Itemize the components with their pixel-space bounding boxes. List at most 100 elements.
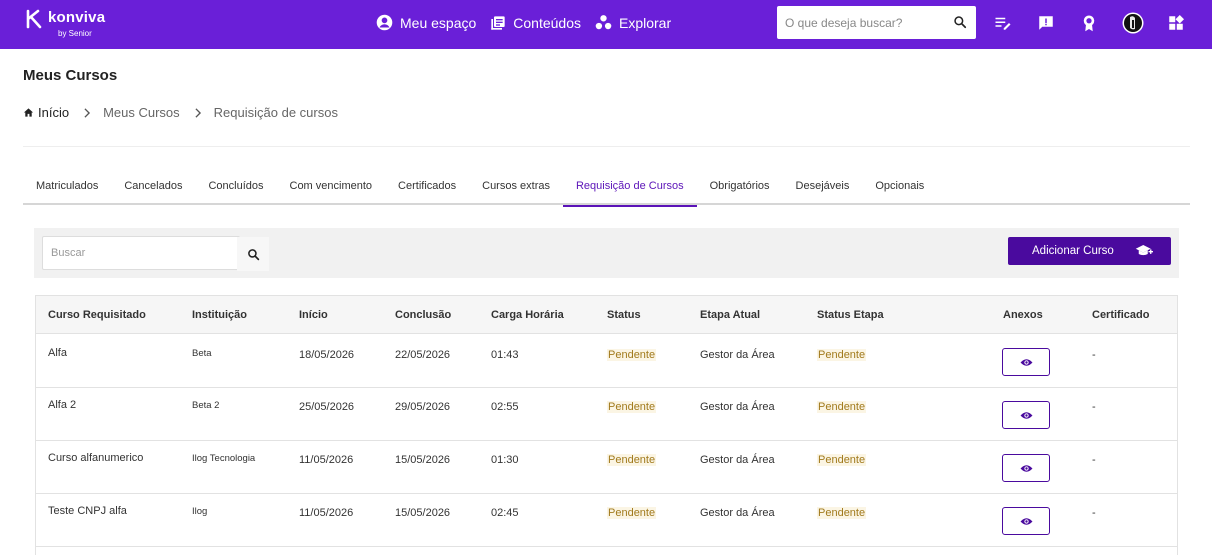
cell-carga-horaria: 02:55 bbox=[491, 401, 519, 413]
breadcrumb-home[interactable]: Início bbox=[23, 105, 69, 120]
nav-label: Meu espaço bbox=[400, 14, 477, 31]
global-search bbox=[777, 6, 976, 39]
tab-opcionais[interactable]: Opcionais bbox=[862, 168, 937, 205]
add-course-label: Adicionar Curso bbox=[1032, 245, 1114, 257]
cell-certificado: - bbox=[1092, 507, 1096, 519]
badge-icon[interactable] bbox=[1078, 12, 1100, 34]
graduation-cap-add-icon bbox=[1135, 245, 1153, 256]
cell-curso: Teste CNPJ alfa bbox=[48, 505, 127, 517]
library-icon bbox=[491, 15, 505, 30]
cell-inicio: 25/05/2026 bbox=[299, 401, 355, 413]
cell-carga-horaria: 01:43 bbox=[491, 349, 519, 361]
table-row: Curso alfanumerico Ilog Tecnologia 11/05… bbox=[36, 441, 1177, 494]
cell-conclusao: 15/05/2026 bbox=[395, 507, 451, 519]
breadcrumb-current: Requisição de cursos bbox=[213, 105, 338, 120]
breadcrumb-home-label: Início bbox=[38, 105, 70, 120]
cell-instituicao: Beta bbox=[192, 348, 212, 359]
cell-certificado: - bbox=[1092, 349, 1096, 361]
tab-desejaveis[interactable]: Desejáveis bbox=[783, 168, 863, 205]
view-attachments-button[interactable] bbox=[1002, 401, 1050, 429]
nav-label: Explorar bbox=[619, 14, 672, 31]
col-carga-horaria: Carga Horária bbox=[491, 309, 564, 321]
avatar[interactable] bbox=[1122, 12, 1144, 34]
cell-etapa-atual: Gestor da Área bbox=[700, 349, 775, 361]
col-certificado: Certificado bbox=[1092, 309, 1150, 321]
cell-certificado: - bbox=[1092, 454, 1096, 466]
view-attachments-button[interactable] bbox=[1002, 507, 1050, 535]
status-etapa-badge: Pendente bbox=[817, 401, 867, 413]
status-badge: Pendente bbox=[607, 454, 657, 466]
nav-meu-espaco[interactable]: Meu espaço bbox=[376, 14, 476, 31]
page-title: Meus Cursos bbox=[23, 67, 118, 84]
header-divider bbox=[23, 146, 1190, 147]
nav-explorar[interactable]: Explorar bbox=[595, 14, 671, 31]
col-inicio: Início bbox=[299, 309, 328, 321]
tab-obrigatorios[interactable]: Obrigatórios bbox=[697, 168, 783, 205]
col-conclusao: Conclusão bbox=[395, 309, 452, 321]
eye-icon bbox=[1020, 464, 1032, 472]
eye-icon bbox=[1020, 358, 1032, 366]
table-row: Alfa 2 Beta 2 25/05/2026 29/05/2026 02:5… bbox=[36, 388, 1177, 441]
course-tabs: Matriculados Cancelados Concluídos Com v… bbox=[23, 168, 1190, 207]
cell-inicio: 11/05/2026 bbox=[299, 507, 354, 519]
cell-conclusao: 29/05/2026 bbox=[395, 401, 451, 413]
cell-carga-horaria: 01:30 bbox=[491, 454, 519, 466]
feedback-icon[interactable] bbox=[1035, 12, 1057, 34]
chevron-right-icon bbox=[194, 107, 202, 118]
breadcrumb-meus-cursos[interactable]: Meus Cursos bbox=[103, 105, 180, 120]
col-curso-requisitado: Curso Requisitado bbox=[48, 309, 146, 321]
table-row: Alfa Beta 18/05/2026 22/05/2026 01:43 Pe… bbox=[36, 335, 1177, 388]
col-instituicao: Instituição bbox=[192, 309, 248, 321]
cell-instituicao: Ilog Tecnologia bbox=[192, 453, 256, 464]
view-attachments-button[interactable] bbox=[1002, 348, 1050, 376]
home-icon bbox=[23, 108, 34, 117]
col-anexos: Anexos bbox=[1003, 309, 1043, 321]
list-search bbox=[42, 236, 269, 271]
table-header: Curso Requisitado Instituição Início Con… bbox=[36, 296, 1177, 334]
view-attachments-button[interactable] bbox=[1002, 454, 1050, 482]
nav-label: Conteúdos bbox=[513, 14, 581, 31]
table-row: Teste CNPJ alfa Ilog 11/05/2026 15/05/20… bbox=[36, 494, 1177, 547]
playlist-edit-icon[interactable] bbox=[992, 12, 1014, 34]
konviva-logo-mark-icon bbox=[26, 9, 42, 29]
main-nav: Meu espaço Conteúdos Explorar bbox=[376, 0, 685, 45]
cell-instituicao: Beta 2 bbox=[192, 400, 220, 411]
add-course-button[interactable]: Adicionar Curso bbox=[1008, 237, 1171, 265]
status-etapa-badge: Pendente bbox=[817, 454, 867, 466]
status-etapa-badge: Pendente bbox=[817, 507, 867, 519]
tab-requisicao-de-cursos[interactable]: Requisição de Cursos bbox=[562, 168, 697, 207]
requests-table: Curso Requisitado Instituição Início Con… bbox=[35, 295, 1178, 555]
apps-icon[interactable] bbox=[1165, 12, 1187, 34]
brand-sub: by Senior bbox=[58, 29, 92, 38]
cell-carga-horaria: 02:45 bbox=[491, 507, 519, 519]
search-button[interactable] bbox=[237, 237, 269, 271]
breadcrumb: Início Meus Cursos Requisição de cursos bbox=[23, 105, 338, 120]
nav-conteudos[interactable]: Conteúdos bbox=[490, 15, 581, 31]
cell-curso: Curso alfanumerico bbox=[48, 452, 144, 464]
col-status-etapa: Status Etapa bbox=[817, 309, 884, 321]
list-search-input[interactable] bbox=[43, 237, 208, 269]
col-status: Status bbox=[607, 309, 641, 321]
tab-cancelados[interactable]: Cancelados bbox=[111, 168, 195, 205]
konviva-logo[interactable]: konviva by Senior bbox=[26, 9, 106, 38]
tab-certificados[interactable]: Certificados bbox=[385, 168, 469, 205]
top-bar: konviva by Senior Meu espaço Conteúdos E… bbox=[0, 0, 1212, 49]
status-etapa-badge: Pendente bbox=[817, 349, 867, 361]
col-etapa-atual: Etapa Atual bbox=[700, 309, 761, 321]
status-badge: Pendente bbox=[607, 401, 657, 413]
chevron-right-icon bbox=[83, 107, 91, 118]
cell-instituicao: Ilog bbox=[192, 506, 208, 517]
tab-matriculados[interactable]: Matriculados bbox=[23, 168, 111, 205]
cell-certificado: - bbox=[1092, 401, 1096, 413]
eye-icon bbox=[1020, 517, 1032, 525]
search-icon bbox=[247, 248, 259, 260]
global-search-input[interactable] bbox=[777, 6, 945, 39]
search-icon[interactable] bbox=[953, 15, 967, 29]
status-badge: Pendente bbox=[607, 349, 657, 361]
brand-name: konviva bbox=[48, 9, 106, 26]
explore-icon bbox=[595, 15, 612, 30]
tab-concluidos[interactable]: Concluídos bbox=[195, 168, 276, 205]
tab-cursos-extras[interactable]: Cursos extras bbox=[469, 168, 563, 205]
tab-com-vencimento[interactable]: Com vencimento bbox=[277, 168, 386, 205]
cell-conclusao: 22/05/2026 bbox=[395, 349, 451, 361]
